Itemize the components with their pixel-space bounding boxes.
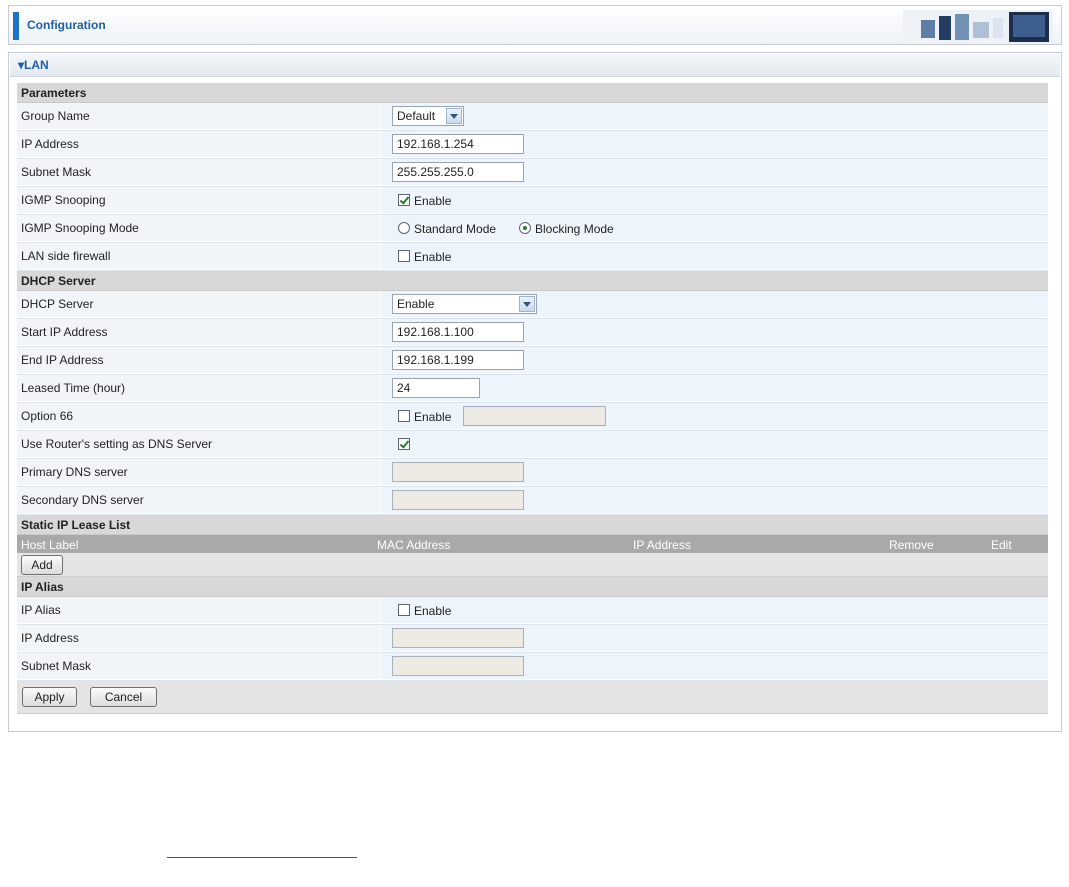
lan-panel-header[interactable]: ▾LAN <box>10 54 1060 77</box>
row-igmp-mode: IGMP Snooping Mode Standard Mode Blockin… <box>17 215 1048 243</box>
row-end-ip: End IP Address 192.168.1.199 <box>17 347 1048 375</box>
chevron-down-icon <box>519 296 535 312</box>
igmp-snooping-label: IGMP Snooping <box>21 193 106 207</box>
header-network-graphic-icon <box>903 10 1053 44</box>
row-ip-alias: IP Alias Enable <box>17 597 1048 625</box>
section-parameters: Parameters <box>17 83 1048 103</box>
apply-button[interactable]: Apply <box>22 687 77 707</box>
secondary-dns-input[interactable] <box>392 490 524 510</box>
row-leased-time: Leased Time (hour) 24 <box>17 375 1048 403</box>
row-alias-ip-address: IP Address <box>17 625 1048 653</box>
primary-dns-label: Primary DNS server <box>21 465 128 479</box>
row-use-router-dns: Use Router's setting as DNS Server <box>17 431 1048 459</box>
row-subnet-mask: Subnet Mask 255.255.255.0 <box>17 159 1048 187</box>
column-edit: Edit <box>991 538 1012 552</box>
row-secondary-dns: Secondary DNS server <box>17 487 1048 515</box>
igmp-mode-label: IGMP Snooping Mode <box>21 221 139 235</box>
row-alias-subnet-mask: Subnet Mask <box>17 653 1048 681</box>
section-static-ip-lease: Static IP Lease List <box>17 515 1048 535</box>
ip-address-label: IP Address <box>21 137 79 151</box>
alias-ip-address-input[interactable] <box>392 628 524 648</box>
ip-alias-checkbox[interactable] <box>398 604 410 616</box>
primary-dns-input[interactable] <box>392 462 524 482</box>
page-title: Configuration <box>27 18 106 32</box>
alias-subnet-mask-input[interactable] <box>392 656 524 676</box>
standard-mode-radio[interactable] <box>398 222 410 234</box>
ip-address-input[interactable]: 192.168.1.254 <box>392 134 524 154</box>
row-option-66: Option 66 Enable <box>17 403 1048 431</box>
option-66-enable-label: Enable <box>414 410 452 424</box>
use-router-dns-checkbox[interactable] <box>398 438 410 450</box>
secondary-dns-label: Secondary DNS server <box>21 493 144 507</box>
row-ip-address: IP Address 192.168.1.254 <box>17 131 1048 159</box>
lan-firewall-label: LAN side firewall <box>21 249 111 263</box>
lease-add-row: Add <box>17 553 1048 577</box>
blocking-mode-label: Blocking Mode <box>535 222 614 236</box>
subnet-mask-label: Subnet Mask <box>21 165 92 179</box>
blocking-mode-radio[interactable] <box>519 222 531 234</box>
column-mac-address: MAC Address <box>377 538 451 552</box>
group-name-select[interactable]: Default <box>392 106 464 126</box>
lan-firewall-checkbox[interactable] <box>398 250 410 262</box>
row-group-name: Group Name Default <box>17 103 1048 131</box>
igmp-snooping-enable-label: Enable <box>414 194 452 208</box>
igmp-snooping-checkbox[interactable] <box>398 194 410 206</box>
option-66-input[interactable] <box>463 406 606 426</box>
header-accent-bar <box>13 12 19 40</box>
start-ip-label: Start IP Address <box>21 325 108 339</box>
subnet-mask-input[interactable]: 255.255.255.0 <box>392 162 524 182</box>
row-lan-firewall: LAN side firewall Enable <box>17 243 1048 271</box>
cancel-button[interactable]: Cancel <box>90 687 157 707</box>
lease-table-header: Host Label MAC Address IP Address Remove… <box>17 535 1048 553</box>
add-lease-button[interactable]: Add <box>21 555 63 575</box>
lan-firewall-enable-label: Enable <box>414 250 452 264</box>
section-dhcp-server: DHCP Server <box>17 271 1048 291</box>
end-ip-label: End IP Address <box>21 353 104 367</box>
ip-alias-enable-label: Enable <box>414 604 452 618</box>
section-ip-alias: IP Alias <box>17 577 1048 597</box>
column-host-label: Host Label <box>21 538 79 552</box>
dhcp-server-select[interactable]: Enable <box>392 294 537 314</box>
standard-mode-label: Standard Mode <box>414 222 497 236</box>
column-remove: Remove <box>889 538 934 552</box>
row-primary-dns: Primary DNS server <box>17 459 1048 487</box>
page-header: Configuration <box>8 5 1062 45</box>
chevron-down-icon <box>446 108 462 124</box>
end-ip-input[interactable]: 192.168.1.199 <box>392 350 524 370</box>
ip-alias-label: IP Alias <box>21 603 61 617</box>
row-dhcp-server: DHCP Server Enable <box>17 291 1048 319</box>
use-router-dns-label: Use Router's setting as DNS Server <box>21 437 213 451</box>
dhcp-server-label: DHCP Server <box>21 297 94 311</box>
leased-time-label: Leased Time (hour) <box>21 381 126 395</box>
row-igmp-snooping: IGMP Snooping Enable <box>17 187 1048 215</box>
row-start-ip: Start IP Address 192.168.1.100 <box>17 319 1048 347</box>
alias-subnet-mask-label: Subnet Mask <box>21 659 92 673</box>
option-66-checkbox[interactable] <box>398 410 410 422</box>
lan-panel: ▾LAN Parameters Group Name Default IP Ad… <box>8 52 1062 732</box>
lan-form: Parameters Group Name Default IP Address… <box>17 83 1048 714</box>
actions-row: Apply Cancel <box>17 681 1048 714</box>
footer-underline <box>167 857 357 858</box>
option-66-label: Option 66 <box>21 409 74 423</box>
column-ip-address: IP Address <box>633 538 691 552</box>
start-ip-input[interactable]: 192.168.1.100 <box>392 322 524 342</box>
lan-title: ▾LAN <box>18 58 49 72</box>
leased-time-input[interactable]: 24 <box>392 378 480 398</box>
alias-ip-address-label: IP Address <box>21 631 79 645</box>
group-name-label: Group Name <box>21 109 90 123</box>
